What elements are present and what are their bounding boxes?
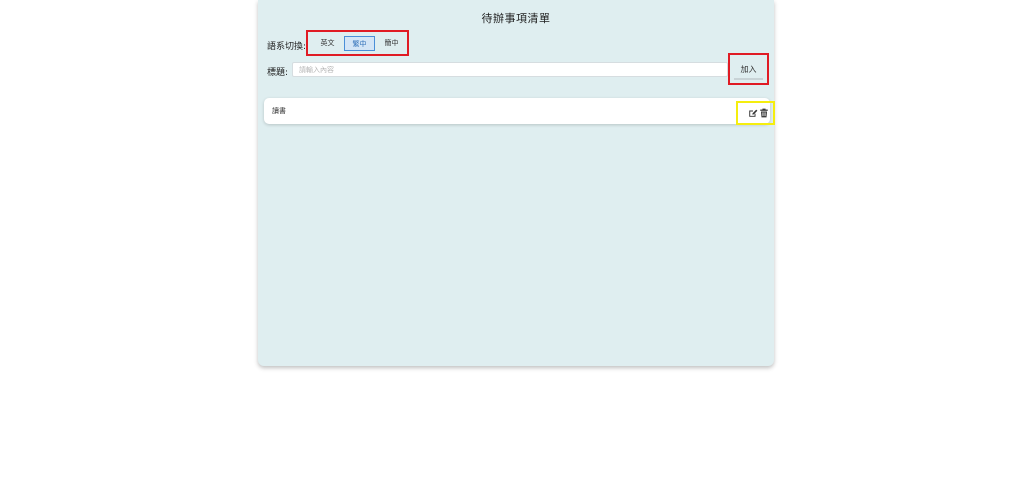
lang-traditional-chinese-button[interactable]: 繁中	[344, 36, 375, 51]
page-title: 待辦事項清單	[481, 12, 551, 25]
title-input[interactable]	[292, 62, 728, 77]
todo-actions	[736, 101, 775, 125]
lang-english-button[interactable]: 英文	[312, 36, 343, 51]
lang-simplified-chinese-button[interactable]: 簡中	[376, 36, 407, 51]
todo-card: 待辦事項清單 語系切換: 英文 繁中 簡中 標題: 加入 讀書	[258, 0, 775, 366]
title-field-label: 標題:	[267, 68, 289, 78]
todo-item-text: 讀書	[272, 107, 286, 115]
language-switch-label: 語系切換:	[267, 42, 307, 52]
add-button-frame: 加入	[728, 53, 769, 85]
language-switch-group: 英文 繁中 簡中	[306, 30, 409, 56]
todo-item: 讀書	[264, 98, 775, 125]
edit-icon[interactable]	[748, 108, 758, 118]
trash-icon[interactable]	[759, 108, 769, 118]
add-button[interactable]: 加入	[734, 60, 763, 80]
